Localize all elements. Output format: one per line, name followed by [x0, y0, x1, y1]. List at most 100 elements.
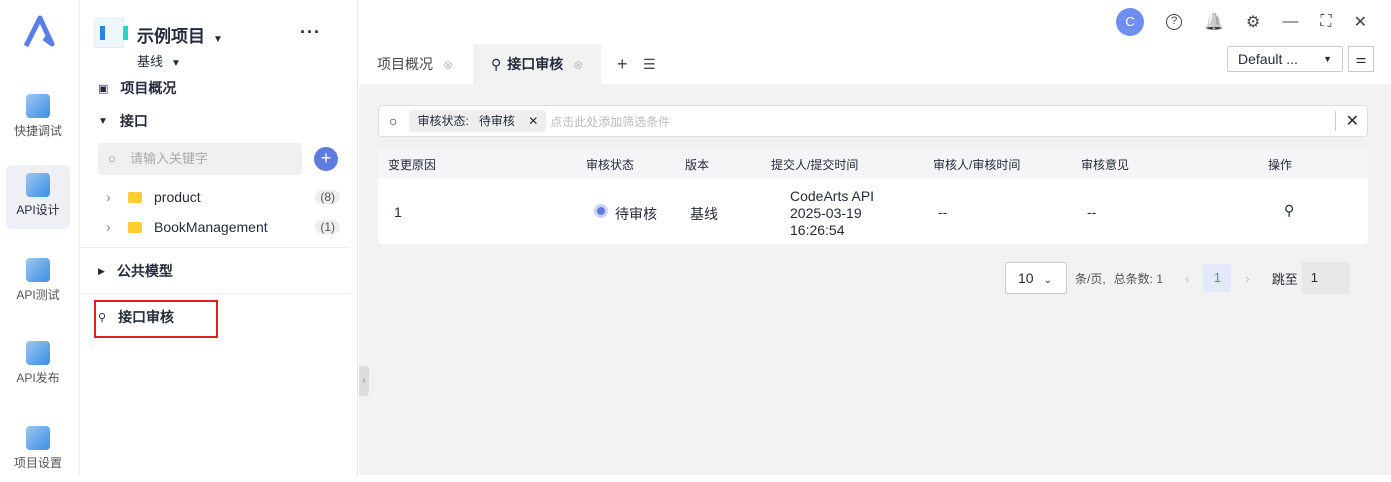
prev-page-button[interactable]: ‹: [1185, 271, 1189, 286]
api-design-icon: [26, 173, 50, 197]
total-count: 总条数: 1: [1113, 271, 1164, 286]
tab-label: 接口审核: [507, 56, 564, 72]
stamp-icon: ⚲: [491, 56, 502, 72]
rail-api-publish[interactable]: API发布: [6, 333, 70, 397]
nav-interfaces[interactable]: ▼ 接口: [98, 111, 148, 131]
more-button[interactable]: ···: [300, 22, 321, 43]
cell-status: 待审核: [615, 206, 657, 222]
search-input[interactable]: 请输入关键字: [98, 143, 302, 175]
topbar: C ? 🔔 ⚙ — ⛶ ✕ 项目概况 ⊗ ⚲ 接口审核 ⊗ + ☰ Default .…: [359, 0, 1391, 84]
tree-label: product: [154, 189, 201, 205]
next-page-button[interactable]: ›: [1245, 271, 1249, 286]
folder-icon: [128, 191, 142, 203]
rail-api-test[interactable]: API测试: [6, 250, 70, 314]
highlight-box: [94, 300, 218, 338]
page-size-select[interactable]: 10 ⌄: [1005, 262, 1067, 294]
gear-icon[interactable]: ⚙: [1246, 12, 1260, 32]
chevron-down-icon: ⌄: [1043, 275, 1052, 286]
chip-value: 待审核: [478, 114, 515, 128]
rail-quick-debug[interactable]: 快捷调试: [6, 86, 70, 150]
app-logo: [23, 15, 55, 48]
minimize-icon[interactable]: —: [1282, 13, 1298, 31]
cell-reason: 1: [394, 204, 402, 220]
review-table: 变更原因 审核状态 版本 提交人/提交时间 审核人/审核时间 审核意见 操作 1…: [378, 148, 1368, 244]
folder-icon: [128, 221, 142, 233]
filter-chip[interactable]: 审核状态: 待审核 ✕: [409, 110, 547, 132]
divider: [80, 247, 350, 248]
cell-version: 基线: [690, 206, 718, 222]
page-1-button[interactable]: 1: [1203, 264, 1232, 292]
help-icon[interactable]: ?: [1166, 14, 1183, 30]
column-header: 审核状态: [586, 158, 635, 172]
tree-item-bookmanagement[interactable]: › BookManagement (1): [106, 219, 340, 235]
settings-icon: [26, 426, 50, 450]
per-page-label: 条/页,: [1075, 271, 1106, 286]
project-name: 示例项目: [137, 27, 205, 46]
sidebar: 示例项目 ▼ ··· 基线 ▼ ▣ 项目概况 ▼ 接口 请输入关键字 + › produc…: [80, 0, 358, 475]
chip-key: 审核状态:: [417, 114, 469, 128]
nav-public-models[interactable]: ▶ 公共模型: [98, 261, 173, 281]
rail-project-settings[interactable]: 项目设置: [6, 418, 70, 482]
collapse-sidebar-handle[interactable]: ‹: [359, 366, 369, 396]
tab-interface-review[interactable]: ⚲ 接口审核 ⊗: [473, 44, 602, 84]
column-header: 版本: [685, 158, 710, 172]
rail-api-design[interactable]: API设计: [6, 165, 70, 229]
nav-label: 项目概况: [120, 80, 177, 96]
jump-input[interactable]: 1: [1301, 262, 1350, 294]
main-area: C ? 🔔 ⚙ — ⛶ ✕ 项目概况 ⊗ ⚲ 接口审核 ⊗ + ☰ Default .…: [359, 0, 1391, 475]
nav-label: 公共模型: [116, 263, 173, 279]
close-icon[interactable]: ✕: [1354, 12, 1367, 32]
rail-label: API设计: [16, 203, 60, 217]
close-tab-icon[interactable]: ⊗: [573, 58, 583, 72]
table-row: 1 待审核 基线 CodeArts API 2025-03-19 16:26:5…: [378, 178, 1368, 244]
cell-submit-time: 16:26:54: [790, 222, 845, 238]
tab-label: 项目概况: [377, 56, 433, 72]
table-header: 变更原因 审核状态 版本 提交人/提交时间 审核人/审核时间 审核意见 操作: [378, 148, 1368, 178]
caret-down-icon: ▼: [213, 34, 223, 45]
search-icon: ○: [389, 113, 398, 129]
tab-list-icon[interactable]: ☰: [637, 44, 662, 84]
version-selector[interactable]: 基线 ▼: [137, 51, 181, 70]
page-size: 10: [1018, 270, 1034, 286]
avatar[interactable]: C: [1116, 8, 1145, 36]
filter-bar[interactable]: ○ 审核状态: 待审核 ✕ 点击此处添加筛选条件 ✕: [378, 105, 1368, 137]
maximize-icon[interactable]: ⛶: [1320, 13, 1331, 31]
environment-select[interactable]: Default ...: [1227, 46, 1343, 72]
tree-item-product[interactable]: › product (8): [106, 189, 340, 205]
settings-sliders-icon[interactable]: ⚌: [1348, 46, 1374, 72]
filter-placeholder[interactable]: 点击此处添加筛选条件: [550, 113, 670, 130]
review-action-stamp-icon[interactable]: ⚲: [1284, 202, 1294, 219]
api-test-icon: [26, 258, 50, 282]
bell-icon[interactable]: 🔔: [1204, 12, 1224, 32]
tree-count: (1): [315, 220, 340, 234]
app-rail: 快捷调试 API设计 API测试 API发布 项目设置: [0, 0, 80, 475]
add-tab-button[interactable]: +: [609, 44, 636, 84]
column-header: 提交人/提交时间: [771, 158, 859, 172]
caret-down-icon: ▼: [171, 58, 181, 69]
tree-label: BookManagement: [154, 219, 268, 235]
chip-close-icon[interactable]: ✕: [528, 114, 538, 128]
column-header: 审核人/审核时间: [933, 158, 1021, 172]
overview-icon: ▣: [98, 82, 109, 95]
cell-submitter: CodeArts API: [790, 188, 875, 204]
clear-filter-icon[interactable]: ✕: [1334, 111, 1367, 131]
tree-count: (8): [315, 190, 340, 204]
rail-label: API发布: [16, 371, 60, 385]
api-publish-icon: [26, 341, 50, 365]
project-selector[interactable]: 示例项目 ▼: [137, 22, 223, 47]
nav-label: 接口: [119, 113, 148, 129]
jump-label: 跳至: [1271, 271, 1298, 287]
column-header: 审核意见: [1081, 158, 1130, 172]
rail-label: API测试: [16, 288, 60, 302]
close-tab-icon[interactable]: ⊗: [443, 58, 453, 72]
chevron-right-icon: ›: [106, 189, 111, 205]
project-logo: [94, 18, 128, 48]
pagination: 10 ⌄ 条/页, 总条数: 1 ‹ 1 › 跳至 1: [1005, 262, 1350, 294]
cell-comment: --: [1087, 204, 1097, 220]
rail-label: 项目设置: [13, 456, 62, 470]
cell-reviewer: --: [938, 204, 948, 220]
add-button[interactable]: +: [314, 147, 338, 171]
caret-down-icon: ▼: [98, 115, 108, 127]
nav-overview[interactable]: ▣ 项目概况: [98, 78, 176, 98]
tab-overview[interactable]: 项目概况 ⊗: [359, 44, 471, 84]
